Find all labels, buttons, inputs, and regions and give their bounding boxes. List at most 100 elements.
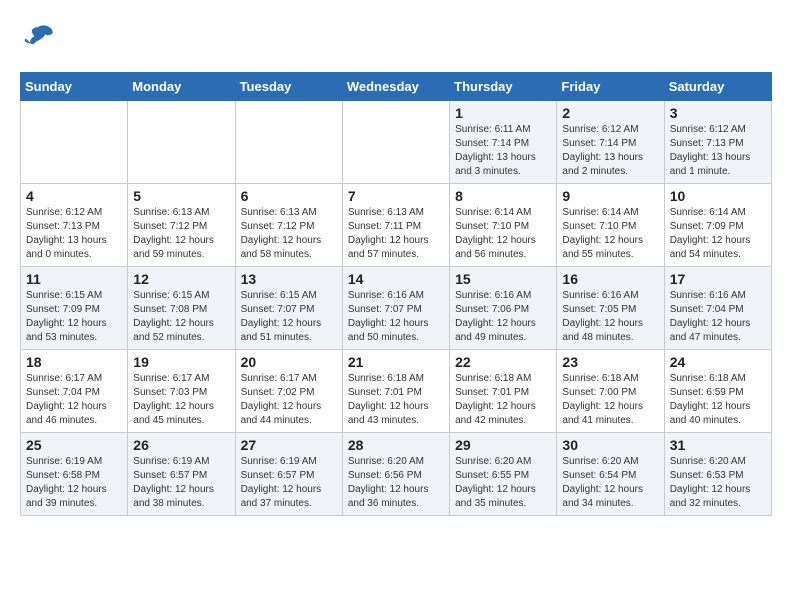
day-info: Sunrise: 6:13 AM Sunset: 7:12 PM Dayligh… — [241, 206, 337, 262]
day-info: Sunrise: 6:18 AM Sunset: 7:01 PM Dayligh… — [455, 372, 551, 428]
calendar-cell: 8 Sunrise: 6:14 AM Sunset: 7:10 PM Daylig… — [450, 184, 557, 267]
day-info: Sunrise: 6:12 AM Sunset: 7:13 PM Dayligh… — [26, 206, 122, 262]
calendar-cell — [342, 101, 449, 184]
day-info: Sunrise: 6:19 AM Sunset: 6:57 PM Dayligh… — [241, 455, 337, 511]
day-info: Sunrise: 6:18 AM Sunset: 7:00 PM Dayligh… — [562, 372, 658, 428]
calendar-cell: 2Sunrise: 6:12 AM Sunset: 7:14 PM Daylig… — [557, 101, 664, 184]
calendar-cell: 14Sunrise: 6:16 AM Sunset: 7:07 PM Dayli… — [342, 267, 449, 350]
day-info: Sunrise: 6:16 AM Sunset: 7:04 PM Dayligh… — [670, 289, 766, 345]
day-info: Sunrise: 6:19 AM Sunset: 6:58 PM Dayligh… — [26, 455, 122, 511]
calendar-cell: 21Sunrise: 6:18 AM Sunset: 7:01 PM Dayli… — [342, 350, 449, 433]
day-of-week-header: Friday — [557, 73, 664, 101]
day-info: Sunrise: 6:14 AM Sunset: 7:10 PM Dayligh… — [455, 206, 551, 262]
day-info: Sunrise: 6:17 AM Sunset: 7:02 PM Dayligh… — [241, 372, 337, 428]
day-info: Sunrise: 6:16 AM Sunset: 7:05 PM Dayligh… — [562, 289, 658, 345]
calendar-table: SundayMondayTuesdayWednesdayThursdayFrid… — [20, 72, 772, 516]
day-number: 5 — [133, 188, 229, 204]
day-info: Sunrise: 6:19 AM Sunset: 6:57 PM Dayligh… — [133, 455, 229, 511]
day-number: 3 — [670, 105, 766, 121]
day-number: 20 — [241, 354, 337, 370]
day-number: 31 — [670, 437, 766, 453]
calendar-cell: 23 Sunrise: 6:18 AM Sunset: 7:00 PM Dayli… — [557, 350, 664, 433]
day-info: Sunrise: 6:15 AM Sunset: 7:07 PM Dayligh… — [241, 289, 337, 345]
calendar-header-row: SundayMondayTuesdayWednesdayThursdayFrid… — [21, 73, 772, 101]
calendar-cell: 4 Sunrise: 6:12 AM Sunset: 7:13 PM Daylig… — [21, 184, 128, 267]
day-number: 30 — [562, 437, 658, 453]
calendar-cell: 19 Sunrise: 6:17 AM Sunset: 7:03 PM Dayli… — [128, 350, 235, 433]
day-number: 24 — [670, 354, 766, 370]
calendar-cell: 12 Sunrise: 6:15 AM Sunset: 7:08 PM Dayli… — [128, 267, 235, 350]
day-info: Sunrise: 6:17 AM Sunset: 7:04 PM Dayligh… — [26, 372, 122, 428]
day-number: 29 — [455, 437, 551, 453]
calendar-cell: 11Sunrise: 6:15 AM Sunset: 7:09 PM Dayli… — [21, 267, 128, 350]
calendar-cell: 27 Sunrise: 6:19 AM Sunset: 6:57 PM Dayli… — [235, 433, 342, 516]
day-info: Sunrise: 6:13 AM Sunset: 7:11 PM Dayligh… — [348, 206, 444, 262]
calendar-cell: 16Sunrise: 6:16 AM Sunset: 7:05 PM Dayli… — [557, 267, 664, 350]
day-number: 18 — [26, 354, 122, 370]
day-number: 1 — [455, 105, 551, 121]
calendar-cell: 29 Sunrise: 6:20 AM Sunset: 6:55 PM Dayli… — [450, 433, 557, 516]
calendar-cell: 26 Sunrise: 6:19 AM Sunset: 6:57 PM Dayli… — [128, 433, 235, 516]
logo — [20, 20, 62, 56]
day-info: Sunrise: 6:16 AM Sunset: 7:07 PM Dayligh… — [348, 289, 444, 345]
day-number: 23 — [562, 354, 658, 370]
calendar-week-row: 18 Sunrise: 6:17 AM Sunset: 7:04 PM Dayli… — [21, 350, 772, 433]
day-number: 28 — [348, 437, 444, 453]
day-info: Sunrise: 6:12 AM Sunset: 7:13 PM Dayligh… — [670, 123, 766, 179]
day-info: Sunrise: 6:18 AM Sunset: 7:01 PM Dayligh… — [348, 372, 444, 428]
calendar-cell: 30 Sunrise: 6:20 AM Sunset: 6:54 PM Dayli… — [557, 433, 664, 516]
calendar-cell: 5Sunrise: 6:13 AM Sunset: 7:12 PM Daylig… — [128, 184, 235, 267]
day-of-week-header: Saturday — [664, 73, 771, 101]
calendar-cell — [21, 101, 128, 184]
calendar-cell: 9 Sunrise: 6:14 AM Sunset: 7:10 PM Daylig… — [557, 184, 664, 267]
day-info: Sunrise: 6:17 AM Sunset: 7:03 PM Dayligh… — [133, 372, 229, 428]
calendar-cell — [235, 101, 342, 184]
day-number: 15 — [455, 271, 551, 287]
calendar-cell: 7 Sunrise: 6:13 AM Sunset: 7:11 PM Daylig… — [342, 184, 449, 267]
day-number: 9 — [562, 188, 658, 204]
calendar-cell: 13 Sunrise: 6:15 AM Sunset: 7:07 PM Dayli… — [235, 267, 342, 350]
calendar-cell: 22 Sunrise: 6:18 AM Sunset: 7:01 PM Dayli… — [450, 350, 557, 433]
calendar-week-row: 25 Sunrise: 6:19 AM Sunset: 6:58 PM Dayli… — [21, 433, 772, 516]
day-number: 27 — [241, 437, 337, 453]
day-number: 26 — [133, 437, 229, 453]
calendar-cell: 3 Sunrise: 6:12 AM Sunset: 7:13 PM Daylig… — [664, 101, 771, 184]
calendar-week-row: 1Sunrise: 6:11 AM Sunset: 7:14 PM Daylig… — [21, 101, 772, 184]
calendar-cell: 10 Sunrise: 6:14 AM Sunset: 7:09 PM Dayli… — [664, 184, 771, 267]
day-number: 8 — [455, 188, 551, 204]
calendar-cell: 20 Sunrise: 6:17 AM Sunset: 7:02 PM Dayli… — [235, 350, 342, 433]
calendar-week-row: 11Sunrise: 6:15 AM Sunset: 7:09 PM Dayli… — [21, 267, 772, 350]
day-number: 19 — [133, 354, 229, 370]
day-info: Sunrise: 6:15 AM Sunset: 7:08 PM Dayligh… — [133, 289, 229, 345]
day-number: 17 — [670, 271, 766, 287]
day-info: Sunrise: 6:20 AM Sunset: 6:55 PM Dayligh… — [455, 455, 551, 511]
day-of-week-header: Sunday — [21, 73, 128, 101]
calendar-cell: 18 Sunrise: 6:17 AM Sunset: 7:04 PM Dayli… — [21, 350, 128, 433]
calendar-cell: 28 Sunrise: 6:20 AM Sunset: 6:56 PM Dayli… — [342, 433, 449, 516]
day-number: 13 — [241, 271, 337, 287]
day-info: Sunrise: 6:18 AM Sunset: 6:59 PM Dayligh… — [670, 372, 766, 428]
calendar-cell — [128, 101, 235, 184]
calendar-cell: 17 Sunrise: 6:16 AM Sunset: 7:04 PM Dayli… — [664, 267, 771, 350]
day-number: 25 — [26, 437, 122, 453]
day-info: Sunrise: 6:20 AM Sunset: 6:56 PM Dayligh… — [348, 455, 444, 511]
day-number: 12 — [133, 271, 229, 287]
day-info: Sunrise: 6:16 AM Sunset: 7:06 PM Dayligh… — [455, 289, 551, 345]
calendar-week-row: 4 Sunrise: 6:12 AM Sunset: 7:13 PM Daylig… — [21, 184, 772, 267]
day-info: Sunrise: 6:14 AM Sunset: 7:10 PM Dayligh… — [562, 206, 658, 262]
day-info: Sunrise: 6:14 AM Sunset: 7:09 PM Dayligh… — [670, 206, 766, 262]
day-info: Sunrise: 6:20 AM Sunset: 6:53 PM Dayligh… — [670, 455, 766, 511]
calendar-cell: 15 Sunrise: 6:16 AM Sunset: 7:06 PM Dayli… — [450, 267, 557, 350]
day-number: 22 — [455, 354, 551, 370]
day-info: Sunrise: 6:12 AM Sunset: 7:14 PM Dayligh… — [562, 123, 658, 179]
calendar-cell: 1Sunrise: 6:11 AM Sunset: 7:14 PM Daylig… — [450, 101, 557, 184]
day-of-week-header: Thursday — [450, 73, 557, 101]
day-number: 6 — [241, 188, 337, 204]
page-header — [20, 20, 772, 56]
day-number: 4 — [26, 188, 122, 204]
logo-icon — [20, 20, 56, 56]
day-number: 10 — [670, 188, 766, 204]
day-number: 7 — [348, 188, 444, 204]
day-info: Sunrise: 6:15 AM Sunset: 7:09 PM Dayligh… — [26, 289, 122, 345]
day-info: Sunrise: 6:20 AM Sunset: 6:54 PM Dayligh… — [562, 455, 658, 511]
